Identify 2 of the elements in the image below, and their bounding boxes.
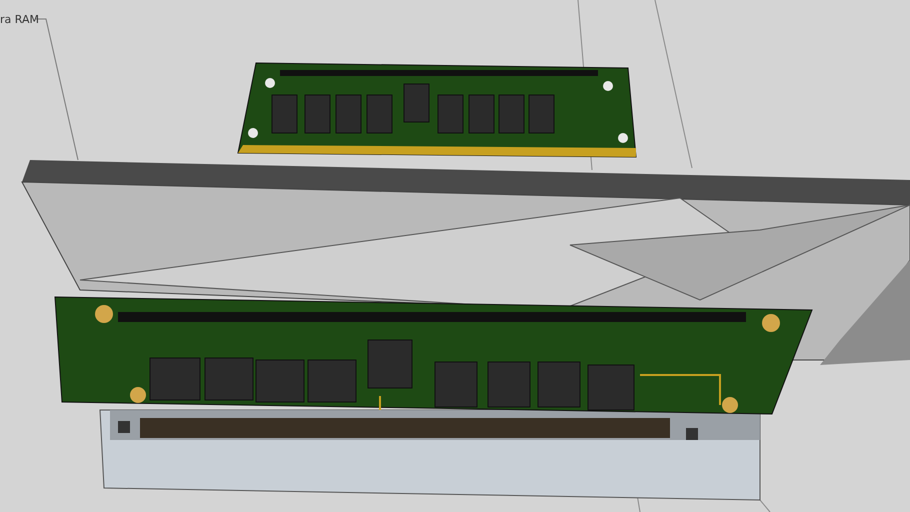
- model-label: ra RAM: [0, 12, 39, 28]
- model-viewport[interactable]: ra RAM: [0, 0, 910, 512]
